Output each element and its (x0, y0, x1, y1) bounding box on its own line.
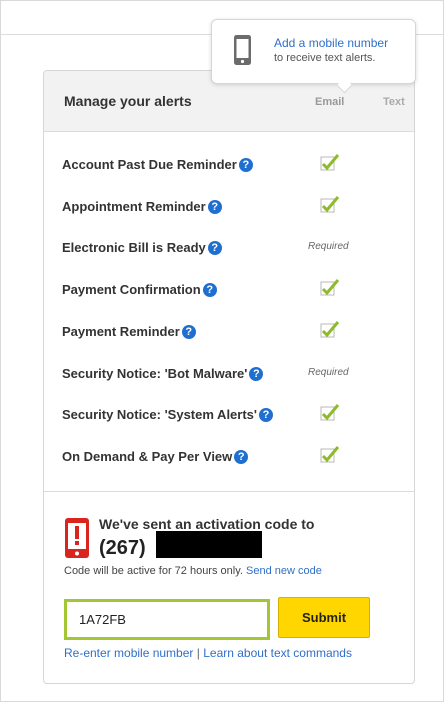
check-icon[interactable] (320, 196, 340, 214)
check-icon[interactable] (320, 321, 340, 339)
check-icon[interactable] (320, 279, 340, 297)
send-new-code-link[interactable]: Send new code (246, 565, 322, 577)
check-icon[interactable] (320, 154, 340, 172)
alert-label: Payment Confirmation? (62, 282, 217, 297)
alert-label: Security Notice: 'Bot Malware'? (62, 366, 264, 381)
alert-row: Appointment Reminder? (62, 196, 402, 218)
mobile-phone-icon (234, 35, 251, 65)
check-icon[interactable] (320, 446, 340, 464)
activation-note: Code will be active for 72 hours only. S… (64, 565, 322, 577)
phone-number-prefix: (267) (99, 537, 146, 559)
column-email-header: Email (315, 96, 345, 108)
alert-row: Account Past Due Reminder? (62, 154, 402, 176)
alert-row: Payment Reminder? (62, 321, 402, 343)
help-icon[interactable]: ? (259, 408, 273, 422)
alert-row: On Demand & Pay Per View? (62, 446, 402, 468)
help-icon[interactable]: ? (249, 367, 264, 381)
learn-text-commands-link[interactable]: Learn about text commands (203, 646, 352, 660)
alert-row: Electronic Bill is Ready? Required (62, 237, 402, 259)
section-divider (44, 491, 414, 492)
tooltip-subtext: to receive text alerts. (274, 52, 376, 64)
alert-label: Account Past Due Reminder? (62, 157, 253, 172)
column-text-header: Text (383, 96, 405, 108)
alert-label: On Demand & Pay Per View? (62, 449, 249, 464)
alert-label: Electronic Bill is Ready? (62, 240, 222, 255)
required-label: Required (308, 241, 349, 252)
manage-alerts-card: Manage your alerts Email Text Account Pa… (43, 70, 415, 684)
help-icon[interactable]: ? (238, 158, 253, 172)
redacted-phone-number (156, 531, 262, 558)
alert-label: Security Notice: 'System Alerts'? (62, 407, 273, 422)
submit-button[interactable]: Submit (278, 597, 370, 638)
alert-row: Security Notice: 'Bot Malware'? Required (62, 363, 402, 385)
alert-label: Payment Reminder? (62, 324, 196, 339)
alert-row: Payment Confirmation? (62, 279, 402, 301)
help-icon[interactable]: ? (207, 241, 222, 255)
required-label: Required (308, 367, 349, 378)
check-icon[interactable] (320, 404, 340, 422)
help-icon[interactable]: ? (207, 200, 222, 214)
add-mobile-tooltip: Add a mobile number to receive text aler… (211, 19, 416, 94)
activation-code-input[interactable] (64, 599, 270, 640)
help-icon[interactable]: ? (202, 283, 217, 297)
add-mobile-number-link[interactable]: Add a mobile number (274, 36, 388, 50)
footer-links: Re-enter mobile number | Learn about tex… (64, 646, 352, 660)
alert-row: Security Notice: 'System Alerts'? (62, 404, 402, 426)
reenter-mobile-link[interactable]: Re-enter mobile number (64, 646, 193, 660)
activation-message: We've sent an activation code to (99, 516, 315, 532)
alert-label: Appointment Reminder? (62, 199, 222, 214)
help-icon[interactable]: ? (234, 450, 249, 464)
help-icon[interactable]: ? (181, 325, 196, 339)
mobile-alert-icon (65, 518, 89, 558)
link-separator: | (196, 646, 200, 660)
card-title: Manage your alerts (64, 93, 192, 109)
